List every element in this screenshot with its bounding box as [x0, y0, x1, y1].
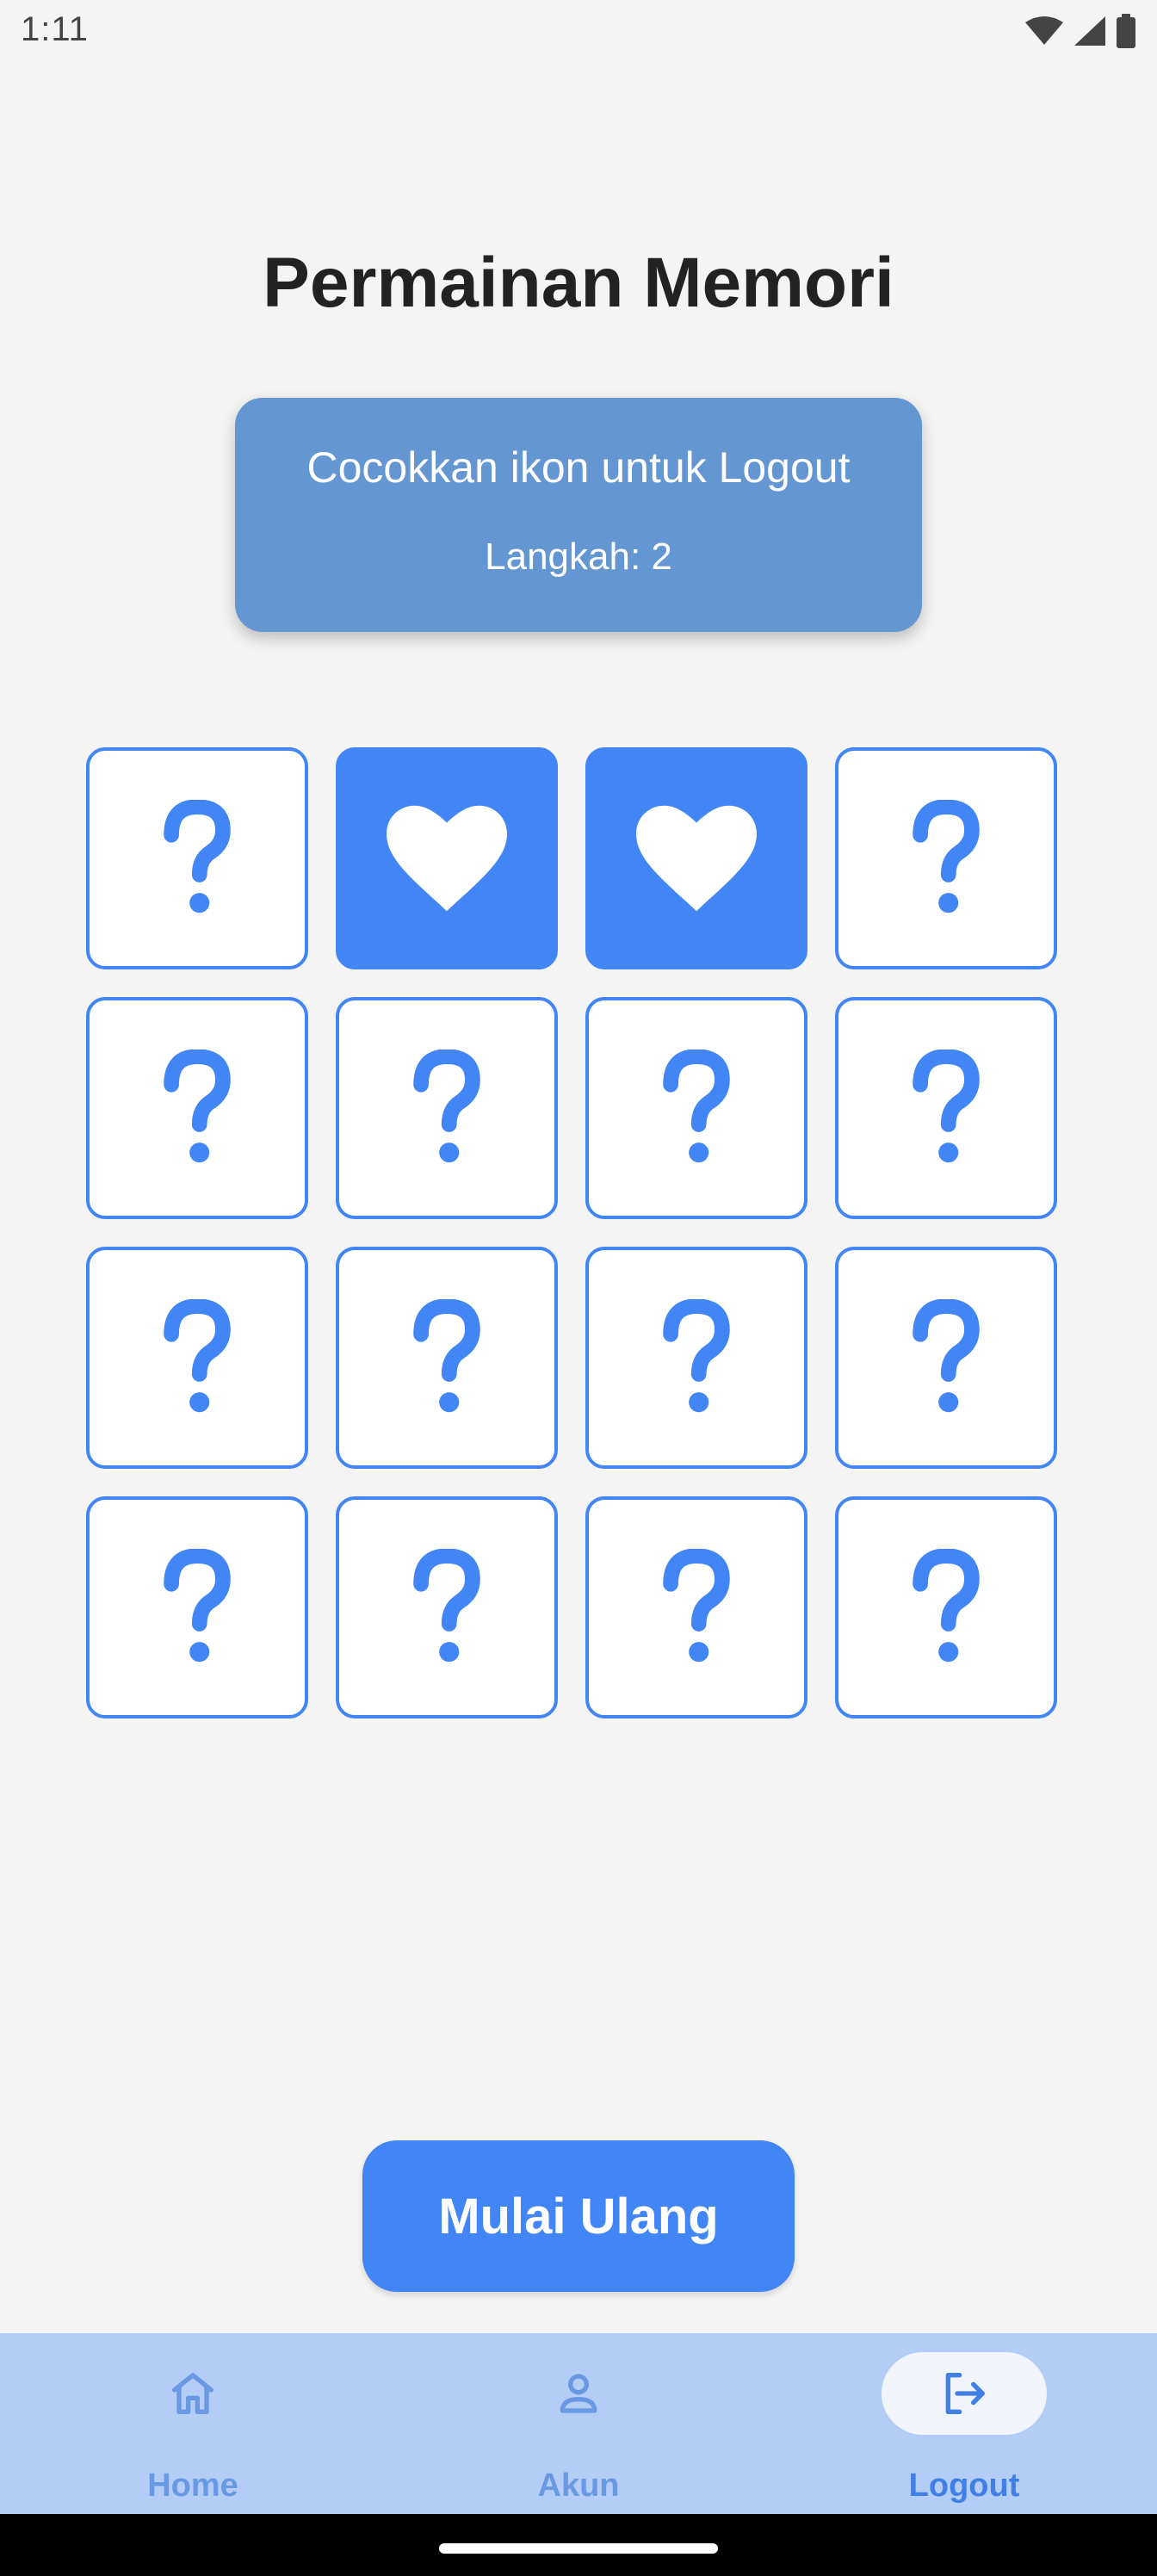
- memory-card[interactable]: [86, 1247, 308, 1469]
- question-mark-icon: [413, 1050, 480, 1163]
- instruction-text: Cocokkan ikon untuk Logout: [306, 443, 851, 492]
- nav-item-logout-indicator: [882, 2352, 1047, 2435]
- nav-item-akun[interactable]: Akun: [386, 2333, 771, 2514]
- memory-card[interactable]: [835, 1247, 1057, 1469]
- question-mark-icon: [164, 1299, 231, 1413]
- memory-card[interactable]: [86, 1496, 308, 1718]
- status-icons: [1024, 12, 1136, 50]
- memory-card[interactable]: [585, 1247, 807, 1469]
- steps-counter: Langkah: 2: [485, 536, 672, 578]
- restart-button[interactable]: Mulai Ulang: [362, 2140, 795, 2292]
- question-mark-icon: [913, 1299, 980, 1413]
- question-mark-icon: [663, 1549, 730, 1663]
- battery-icon: [1117, 14, 1135, 48]
- memory-card[interactable]: [86, 997, 308, 1219]
- home-icon: [172, 2373, 213, 2414]
- person-icon: [560, 2374, 597, 2413]
- nav-item-akun-indicator: [496, 2352, 661, 2435]
- memory-card[interactable]: [585, 1496, 807, 1718]
- question-mark-icon: [663, 1050, 730, 1163]
- memory-card[interactable]: [336, 747, 558, 969]
- status-time: 1:11: [21, 10, 89, 48]
- cellular-signal-icon: [1074, 16, 1105, 46]
- memory-card[interactable]: [835, 997, 1057, 1219]
- question-mark-icon: [913, 1050, 980, 1163]
- memory-card[interactable]: [585, 997, 807, 1219]
- nav-item-logout-label: Logout: [908, 2468, 1020, 2504]
- question-mark-icon: [413, 1549, 480, 1663]
- nav-item-home-label: Home: [147, 2468, 238, 2504]
- nav-item-akun-label: Akun: [537, 2468, 620, 2504]
- question-mark-icon: [663, 1299, 730, 1413]
- nav-item-home-indicator: [110, 2352, 275, 2435]
- status-bar: 1:11: [0, 0, 1157, 62]
- memory-card[interactable]: [86, 747, 308, 969]
- heart-icon: [636, 805, 757, 912]
- question-mark-icon: [913, 1549, 980, 1663]
- logout-icon: [945, 2373, 985, 2414]
- memory-game-screen: 1:11 Permainan Memori Cocokkan ikon untu…: [0, 0, 1157, 2576]
- question-mark-icon: [913, 800, 980, 913]
- page-title: Permainan Memori: [263, 244, 894, 322]
- question-mark-icon: [164, 1050, 231, 1163]
- heart-icon: [387, 805, 507, 912]
- bottom-navigation: Home Akun Logout: [0, 2333, 1157, 2514]
- memory-card[interactable]: [336, 997, 558, 1219]
- system-navigation-bar: [0, 2514, 1157, 2576]
- memory-card[interactable]: [336, 1247, 558, 1469]
- question-mark-icon: [164, 800, 231, 913]
- question-mark-icon: [413, 1299, 480, 1413]
- instruction-card: Cocokkan ikon untuk Logout Langkah: 2: [235, 398, 922, 632]
- nav-item-logout[interactable]: Logout: [771, 2333, 1157, 2514]
- question-mark-icon: [164, 1549, 231, 1663]
- gesture-handle[interactable]: [439, 2543, 718, 2554]
- memory-card[interactable]: [585, 747, 807, 969]
- memory-card-grid: [86, 747, 1057, 1718]
- nav-item-home[interactable]: Home: [0, 2333, 386, 2514]
- wifi-icon: [1025, 16, 1063, 45]
- memory-card[interactable]: [336, 1496, 558, 1718]
- memory-card[interactable]: [835, 1496, 1057, 1718]
- memory-card[interactable]: [835, 747, 1057, 969]
